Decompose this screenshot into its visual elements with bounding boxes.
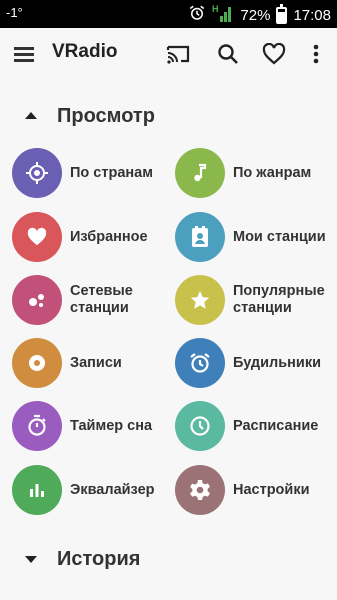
menu-item[interactable]: Популярные станции bbox=[175, 275, 333, 325]
menu-item[interactable]: Мои станции bbox=[175, 212, 333, 262]
menu-item[interactable]: Записи bbox=[12, 338, 170, 388]
menu-item-label: Популярные станции bbox=[233, 283, 325, 316]
status-bar: -1° H 72% 17:08 bbox=[0, 0, 337, 28]
menu-item[interactable]: Таймер сна bbox=[12, 401, 170, 451]
chevron-up-icon bbox=[25, 112, 37, 119]
star-icon bbox=[175, 275, 225, 325]
menu-item[interactable]: По жанрам bbox=[175, 148, 333, 198]
menu-item-label: Настройки bbox=[233, 481, 310, 498]
menu-item-label: Эквалайзер bbox=[70, 481, 155, 498]
contact-icon bbox=[175, 212, 225, 262]
timer-icon bbox=[12, 401, 62, 451]
menu-item[interactable]: По странам bbox=[12, 148, 170, 198]
app-title: VRadio bbox=[52, 41, 118, 62]
menu-item[interactable]: Эквалайзер bbox=[12, 465, 170, 515]
clock-time: 17:08 bbox=[293, 6, 331, 24]
temperature-text: -1° bbox=[6, 5, 23, 20]
menu-item-label: Сетевые станции bbox=[70, 283, 133, 316]
menu-item-label: Расписание bbox=[233, 417, 319, 434]
music-note-icon bbox=[175, 148, 225, 198]
menu-item[interactable]: Будильники bbox=[175, 338, 333, 388]
menu-item[interactable]: Расписание bbox=[175, 401, 333, 451]
battery-icon bbox=[276, 3, 288, 24]
heart-outline-icon[interactable] bbox=[260, 40, 288, 68]
record-icon bbox=[12, 338, 62, 388]
menu-icon[interactable] bbox=[12, 42, 38, 66]
menu-item[interactable]: Настройки bbox=[175, 465, 333, 515]
menu-item-label: Избранное bbox=[70, 228, 148, 245]
menu-item-label: Таймер сна bbox=[70, 417, 153, 434]
alarm-icon bbox=[175, 338, 225, 388]
app-toolbar: VRadio bbox=[0, 28, 337, 80]
menu-item-label: По жанрам bbox=[233, 164, 312, 181]
section-browse-header[interactable]: Просмотр bbox=[0, 98, 337, 134]
network-icon bbox=[12, 275, 62, 325]
battery-percent: 72% bbox=[240, 6, 271, 24]
alarm-status-icon bbox=[188, 4, 206, 26]
heart-icon bbox=[12, 212, 62, 262]
equalizer-icon bbox=[12, 465, 62, 515]
menu-item-label: Мои станции bbox=[233, 228, 326, 245]
more-vert-icon[interactable] bbox=[302, 40, 330, 68]
clock-icon bbox=[175, 401, 225, 451]
section-browse-title: Просмотр bbox=[57, 104, 155, 127]
section-history-header[interactable]: История bbox=[0, 541, 337, 577]
menu-item-label: Будильники bbox=[233, 354, 322, 371]
section-history-title: История bbox=[57, 547, 141, 570]
menu-item-label: Записи bbox=[70, 354, 122, 371]
menu-item[interactable]: Сетевые станции bbox=[12, 275, 170, 325]
signal-icon: H bbox=[212, 4, 234, 26]
search-icon[interactable] bbox=[214, 40, 242, 68]
target-icon bbox=[12, 148, 62, 198]
cast-icon[interactable] bbox=[164, 40, 192, 68]
signal-type-text: H bbox=[212, 4, 219, 14]
menu-item[interactable]: Избранное bbox=[12, 212, 170, 262]
settings-icon bbox=[175, 465, 225, 515]
menu-item-label: По странам bbox=[70, 164, 153, 181]
chevron-down-icon bbox=[25, 556, 37, 563]
